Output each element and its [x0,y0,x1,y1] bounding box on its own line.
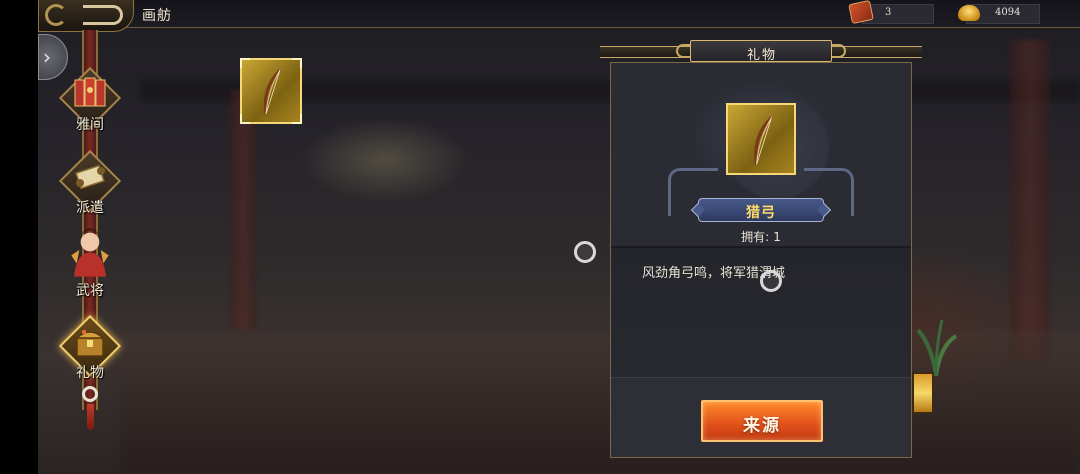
treasure-chest-icon [75,330,105,357]
nav-label: 派遣 [76,200,104,216]
chevron-right-icon: › [43,45,51,69]
game-screen: 画舫 3 4094 › 雅间 派遣 武将 礼物 礼物 猎弓 拥有: 1 风劲角弓… [0,0,1080,474]
panel-title: 礼物 [746,48,777,63]
nav-item-dispatch[interactable]: 派遣 [58,149,122,217]
owned-label: 拥有: [741,230,770,244]
hunting-bow-icon [754,116,773,165]
touch-indicator [760,270,782,292]
selection-corner [292,58,302,68]
selection-corner [240,58,250,68]
item-name: 猎弓 [746,205,776,221]
divider [611,246,911,248]
panel-title-tab: 礼物 [690,40,832,63]
tassel-icon [87,404,94,430]
source-button[interactable]: 来源 [701,400,823,442]
touch-indicator [574,241,596,263]
background-pillar [1010,40,1050,360]
scroll-icon [75,164,105,190]
page-title: 画舫 [142,8,172,24]
ingot-count: 4094 [995,7,1021,18]
lantern-decor [912,372,934,414]
jade-ring-icon [82,386,98,402]
selection-corner [240,114,250,124]
panel-header: 礼物 [600,40,922,63]
item-name-plate: 猎弓 [690,198,832,222]
nav-label: 雅间 [76,117,104,133]
general-portrait-icon [71,228,109,277]
back-arrow-icon [83,5,123,25]
nav-item-gifts[interactable]: 礼物 [58,314,122,382]
nav-item-private-room[interactable]: 雅间 [58,66,122,134]
folding-screen-icon [74,77,106,107]
owned-count: 1 [773,230,781,244]
selection-corner [292,114,302,124]
nav-item-generals[interactable]: 武将 [58,228,122,300]
screen-edge [0,0,38,474]
inventory-item-slot[interactable] [240,58,302,124]
nav-label: 礼物 [76,365,104,381]
nav-label: 武将 [76,283,104,299]
hunting-bow-icon [263,68,282,115]
token-count: 3 [885,7,892,18]
back-button[interactable] [38,0,134,32]
plant-decor-icon [916,319,958,376]
dragon-swirl-icon [45,4,67,26]
gold-ingot-icon [958,5,980,21]
detail-item-icon [726,103,796,175]
owned-count-row: 拥有: 1 [611,228,911,245]
tassel-ornament [82,384,98,430]
background-pillar [230,90,256,330]
source-button-label: 来源 [743,416,781,436]
